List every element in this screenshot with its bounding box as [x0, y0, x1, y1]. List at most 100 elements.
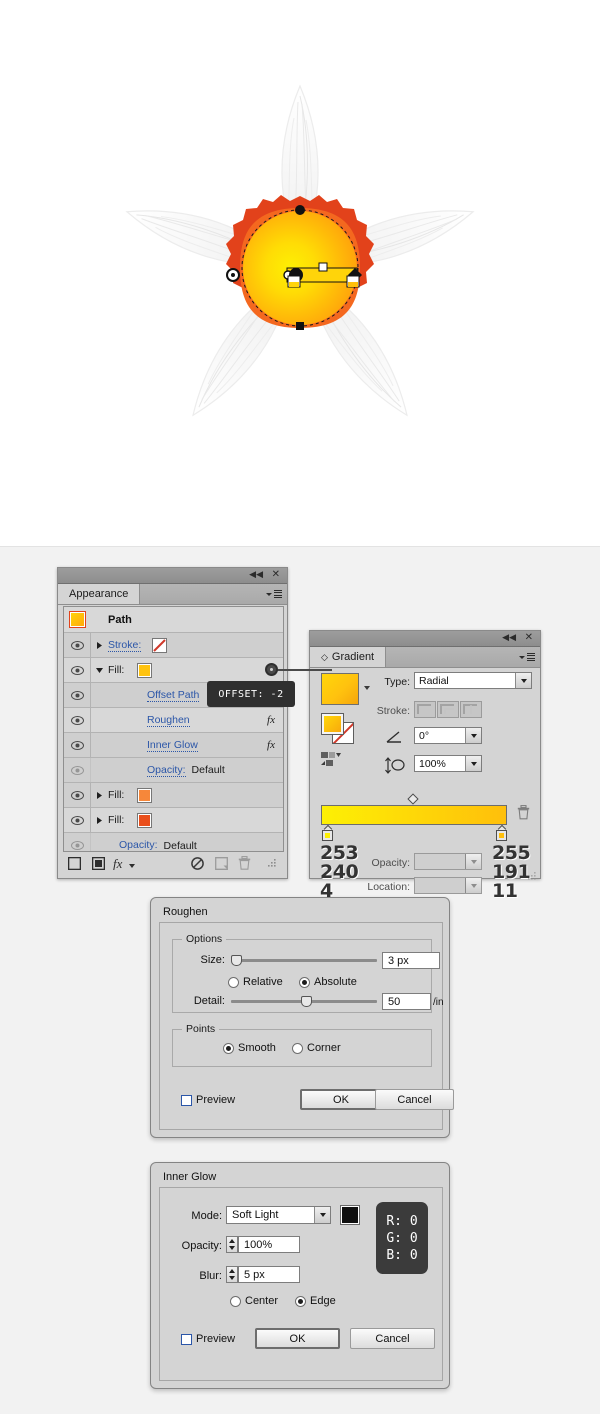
disclosure-triangle-right-icon[interactable]: [91, 783, 108, 808]
inner-glow-dialog[interactable]: Inner Glow Mode: Soft Light R: 0 G: 0 B:…: [150, 1162, 450, 1389]
chevron-down-icon[interactable]: [465, 854, 481, 869]
roughen-dialog[interactable]: Roughen Options Size: 3 px Relative Abso…: [150, 897, 454, 1138]
fill-proxy-gradient[interactable]: [321, 713, 344, 735]
appearance-row-opacity-outer[interactable]: Opacity: Default: [64, 833, 283, 851]
gradient-midpoint-diamond[interactable]: [407, 793, 419, 805]
gradient-ramp-slider[interactable]: [321, 805, 507, 825]
stroke-gradient-along-icon[interactable]: [437, 701, 459, 718]
detail-slider-thumb[interactable]: [301, 996, 312, 1007]
appearance-row-path[interactable]: Path: [64, 607, 283, 633]
gradient-tabbar[interactable]: ◇ Gradient: [310, 647, 540, 668]
panel-menu-icon[interactable]: [519, 651, 535, 663]
illustrator-canvas[interactable]: [0, 0, 600, 547]
flower-artwork[interactable]: [0, 0, 600, 546]
cancel-button[interactable]: Cancel: [375, 1089, 454, 1110]
appearance-row-fill-orange[interactable]: Fill:: [64, 782, 283, 808]
opacity-input[interactable]: 100%: [238, 1236, 300, 1253]
gradient-panel[interactable]: ◀◀ ✕ ◇ Gradient Type: Radial Stroke: 0° …: [309, 630, 541, 901]
stroke-gradient-within-icon[interactable]: [414, 701, 436, 718]
appearance-row-roughen[interactable]: Roughen fx: [64, 707, 283, 733]
ok-button[interactable]: OK: [255, 1328, 340, 1349]
visibility-eye-icon[interactable]: [64, 657, 91, 683]
reverse-gradient-icon[interactable]: [321, 751, 343, 767]
relative-radio[interactable]: [228, 977, 239, 988]
panel-menu-icon[interactable]: [266, 588, 282, 600]
tab-appearance[interactable]: Appearance: [58, 584, 141, 604]
fill-stroke-proxy[interactable]: [321, 713, 355, 744]
add-new-fill-icon[interactable]: [86, 853, 109, 873]
trash-icon[interactable]: [517, 805, 530, 821]
chevron-down-icon[interactable]: [465, 756, 481, 771]
gradient-stop-left[interactable]: [322, 824, 333, 841]
chevron-down-icon[interactable]: [515, 673, 531, 688]
chevron-down-icon[interactable]: [314, 1207, 330, 1223]
fill-gradient-swatch[interactable]: [137, 662, 153, 678]
opacity-link[interactable]: Opacity:: [147, 764, 186, 777]
gradient-angle-input[interactable]: 0°: [414, 727, 482, 744]
gradient-aspect-input[interactable]: 100%: [414, 755, 482, 772]
disclosure-triangle-right-icon[interactable]: [91, 633, 108, 658]
absolute-radio[interactable]: [299, 977, 310, 988]
visibility-eye-icon[interactable]: [64, 707, 91, 733]
resize-grip-icon[interactable]: [261, 853, 284, 873]
glow-color-swatch[interactable]: [340, 1205, 360, 1225]
gradient-opacity-input[interactable]: [414, 853, 482, 870]
appearance-tabbar[interactable]: Appearance: [58, 584, 287, 605]
edge-radio[interactable]: [295, 1296, 306, 1307]
gradient-type-select[interactable]: Radial: [414, 672, 532, 689]
visibility-eye-icon[interactable]: [64, 632, 91, 658]
chevron-down-icon[interactable]: [465, 878, 481, 893]
visibility-eye-icon[interactable]: [64, 757, 91, 783]
visibility-eye-icon[interactable]: [64, 732, 91, 758]
visibility-eye-icon[interactable]: [64, 682, 91, 708]
opacity-link[interactable]: Opacity:: [119, 839, 158, 851]
appearance-titlebar[interactable]: ◀◀ ✕: [58, 568, 287, 584]
offset-drag-knob[interactable]: [265, 663, 278, 676]
opacity-stepper[interactable]: [226, 1236, 238, 1253]
blend-mode-select[interactable]: Soft Light: [226, 1206, 331, 1224]
resize-grip-icon[interactable]: [528, 868, 537, 880]
tab-gradient[interactable]: ◇ Gradient: [310, 647, 387, 667]
add-new-effect-icon[interactable]: fx: [110, 853, 137, 873]
appearance-panel[interactable]: ◀◀ ✕ Appearance Path Stroke: Fill: Offse…: [57, 567, 288, 879]
gradient-titlebar[interactable]: ◀◀ ✕: [310, 631, 540, 647]
visibility-eye-icon[interactable]: [64, 807, 91, 833]
blur-stepper[interactable]: [226, 1266, 238, 1283]
size-input[interactable]: 3 px: [382, 952, 440, 969]
roughen-link[interactable]: Roughen: [147, 714, 190, 727]
appearance-footer-toolbar[interactable]: fx: [63, 853, 284, 873]
visibility-eye-icon[interactable]: [64, 833, 91, 851]
fill-red-swatch[interactable]: [137, 812, 153, 828]
size-slider-track[interactable]: [231, 959, 377, 962]
gradient-stop-right[interactable]: [496, 824, 507, 841]
fill-orange-swatch[interactable]: [137, 787, 153, 803]
cancel-button[interactable]: Cancel: [350, 1328, 435, 1349]
stroke-link[interactable]: Stroke:: [108, 639, 142, 652]
appearance-row-fill-gradient[interactable]: Fill:: [64, 657, 283, 683]
collapse-icon[interactable]: ◀◀: [249, 570, 263, 580]
chevron-down-icon[interactable]: [465, 728, 481, 743]
appearance-row-inner-glow[interactable]: Inner Glow fx: [64, 732, 283, 758]
inner-glow-link[interactable]: Inner Glow: [147, 739, 198, 752]
close-icon[interactable]: ✕: [272, 570, 280, 580]
smooth-radio[interactable]: [223, 1043, 234, 1054]
clear-appearance-icon[interactable]: [186, 853, 209, 873]
preview-checkbox[interactable]: [181, 1334, 192, 1345]
visibility-eye-icon[interactable]: [64, 782, 91, 808]
offset-path-link[interactable]: Offset Path: [147, 689, 200, 702]
detail-input[interactable]: 50: [382, 993, 431, 1010]
disclosure-triangle-right-icon[interactable]: [91, 808, 108, 833]
close-icon[interactable]: ✕: [525, 633, 533, 643]
appearance-row-stroke[interactable]: Stroke:: [64, 632, 283, 658]
stroke-gradient-across-icon[interactable]: [460, 701, 482, 718]
blur-input[interactable]: 5 px: [238, 1266, 300, 1283]
appearance-row-fill-red[interactable]: Fill:: [64, 807, 283, 833]
duplicate-item-icon[interactable]: [210, 853, 233, 873]
delete-item-icon[interactable]: [233, 853, 256, 873]
corner-radio[interactable]: [292, 1043, 303, 1054]
gradient-preview-swatch[interactable]: [321, 673, 359, 705]
gradient-location-input[interactable]: [414, 877, 482, 894]
chevron-down-icon[interactable]: [364, 686, 370, 690]
disclosure-triangle-down-icon[interactable]: [91, 658, 108, 683]
size-slider-thumb[interactable]: [231, 955, 242, 966]
